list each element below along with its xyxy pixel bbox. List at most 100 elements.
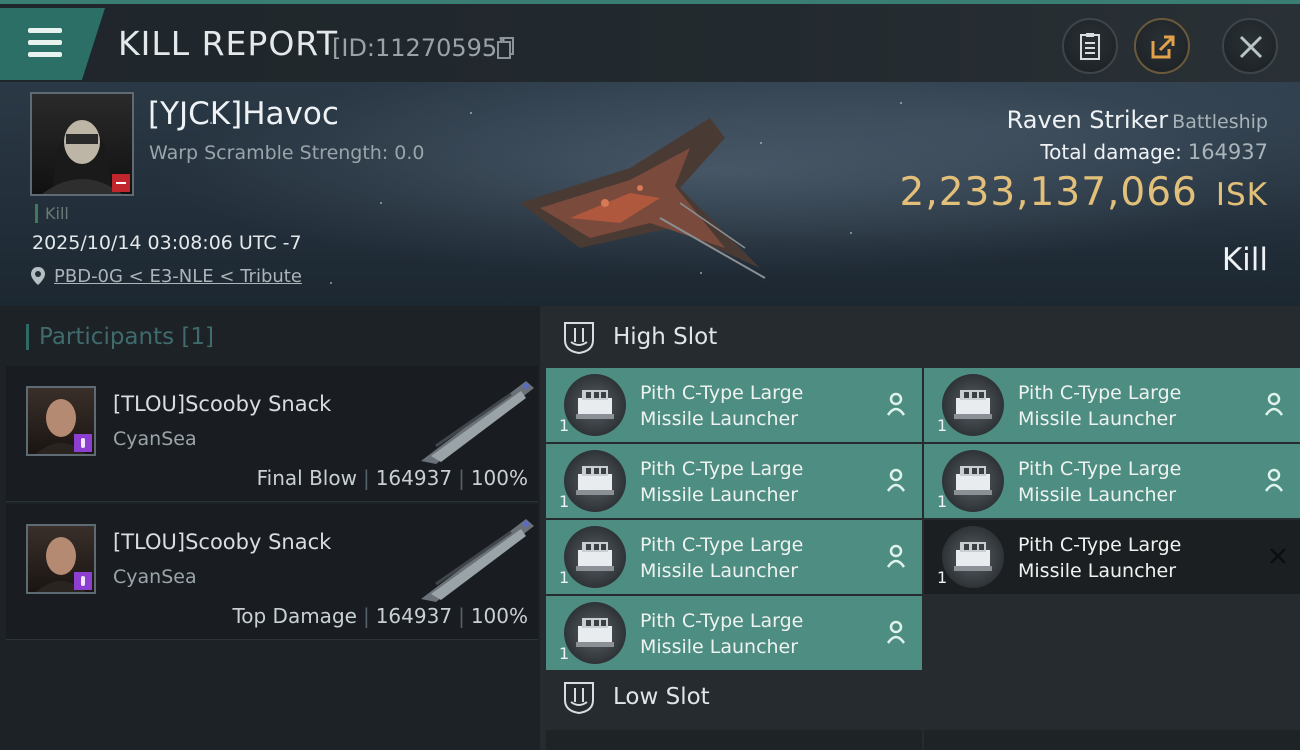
- high-slot-label: High Slot: [613, 324, 718, 350]
- pilot-icon[interactable]: [886, 544, 906, 568]
- pilot-icon[interactable]: [886, 392, 906, 416]
- victim-portrait[interactable]: [30, 92, 134, 196]
- module-name-line2: Missile Launcher: [1018, 408, 1177, 430]
- module-name-line1: Pith C-Type Large: [1018, 382, 1182, 404]
- low-slot-module[interactable]: [546, 730, 922, 750]
- participants-header: Participants [1]: [26, 324, 214, 350]
- isk-value: 2,233,137,066 ISK: [900, 170, 1268, 215]
- clipboard-button[interactable]: [1062, 18, 1118, 74]
- warp-scramble: Warp Scramble Strength: 0.0: [149, 142, 425, 164]
- kill-tag: Kill: [35, 204, 69, 223]
- module-name-line2: Missile Launcher: [1018, 560, 1177, 582]
- share-button[interactable]: [1134, 18, 1190, 74]
- victim-banner: [YJCK]Havoc Warp Scramble Strength: 0.0 …: [0, 82, 1300, 306]
- pilot-icon[interactable]: [886, 468, 906, 492]
- ship-class: Battleship: [1172, 111, 1268, 133]
- module-name-line1: Pith C-Type Large: [640, 534, 804, 556]
- participant-stats: Top Damage | 164937 | 100%: [232, 604, 528, 628]
- page-title: KILL REPORT: [118, 24, 338, 63]
- module-name: Pith C-Type Large Missile Launcher: [640, 456, 870, 508]
- low-slot-label: Low Slot: [613, 684, 710, 710]
- module-name-line1: Pith C-Type Large: [1018, 534, 1182, 556]
- low-slot-module[interactable]: [924, 730, 1300, 750]
- avatar[interactable]: [26, 386, 96, 456]
- copy-icon[interactable]: [497, 37, 515, 59]
- module-count: 1: [559, 492, 570, 511]
- victim-ship-image[interactable]: [510, 108, 780, 288]
- participants-label: Participants: [39, 324, 175, 350]
- ship-name-text: Raven Striker: [1006, 106, 1169, 134]
- share-icon: [1151, 35, 1175, 59]
- fitting-panel: High Slot 1 Pith C-Type Large Missile Laun…: [540, 306, 1300, 750]
- corp-badge: [74, 572, 92, 590]
- participant-role: Top Damage: [232, 604, 357, 628]
- participant-ship-image[interactable]: [416, 376, 536, 466]
- module-tile[interactable]: 1 Pith C-Type Large Missile Launcher: [546, 520, 922, 594]
- module-tile[interactable]: 1 Pith C-Type Large Missile Launcher: [924, 444, 1300, 518]
- total-damage-label: Total damage:: [1040, 140, 1182, 164]
- location-link[interactable]: PBD-0G < E3-NLE < Tribute: [54, 266, 302, 287]
- menu-button[interactable]: [0, 8, 105, 80]
- module-name: Pith C-Type Large Missile Launcher: [1018, 456, 1248, 508]
- module-name: Pith C-Type Large Missile Launcher: [640, 532, 870, 584]
- module-name-line2: Missile Launcher: [640, 560, 799, 582]
- missile-launcher-icon: [942, 450, 1004, 512]
- participant-corp: CyanSea: [113, 428, 197, 450]
- participant-role: Final Blow: [256, 466, 357, 490]
- module-tile[interactable]: 1 Pith C-Type Large Missile Launcher: [546, 444, 922, 518]
- module-tile[interactable]: 1 Pith C-Type Large Missile Launcher: [546, 596, 922, 670]
- hostile-badge: [112, 174, 130, 192]
- high-slot-icon: [564, 322, 594, 354]
- module-name: Pith C-Type Large Missile Launcher: [640, 608, 870, 660]
- missile-launcher-icon: [942, 526, 1004, 588]
- participant-row[interactable]: [TLOU]Scooby Snack CyanSea Final Blow | 16…: [6, 366, 538, 502]
- module-count: 1: [937, 492, 948, 511]
- destroyed-x-icon: [1270, 548, 1286, 564]
- module-name-line1: Pith C-Type Large: [640, 382, 804, 404]
- total-damage: Total damage: 164937: [1040, 140, 1268, 164]
- participant-name[interactable]: [TLOU]Scooby Snack: [113, 392, 331, 416]
- module-name: Pith C-Type Large Missile Launcher: [1018, 380, 1248, 432]
- participant-stats: Final Blow | 164937 | 100%: [256, 466, 528, 490]
- pilot-icon[interactable]: [1264, 468, 1284, 492]
- participant-row[interactable]: [TLOU]Scooby Snack CyanSea Top Damage | 16…: [6, 504, 538, 640]
- module-count: 1: [937, 416, 948, 435]
- module-count: 1: [937, 568, 948, 587]
- participant-damage: 164937: [375, 604, 453, 628]
- module-tile[interactable]: 1 Pith C-Type Large Missile Launcher: [546, 368, 922, 442]
- module-count: 1: [559, 644, 570, 663]
- isk-unit: ISK: [1215, 177, 1268, 213]
- close-button[interactable]: [1222, 18, 1278, 74]
- module-name-line2: Missile Launcher: [640, 408, 799, 430]
- module-tile[interactable]: 1 Pith C-Type Large Missile Launcher: [924, 368, 1300, 442]
- kill-status: Kill: [1221, 242, 1268, 278]
- missile-launcher-icon: [942, 374, 1004, 436]
- victim-name[interactable]: [YJCK]Havoc: [148, 96, 339, 132]
- module-name: Pith C-Type Large Missile Launcher: [1018, 532, 1248, 584]
- avatar[interactable]: [26, 524, 96, 594]
- report-id: [ID:11270595]: [332, 34, 507, 62]
- corp-badge: [74, 434, 92, 452]
- module-count: 1: [559, 568, 570, 587]
- module-name-line2: Missile Launcher: [640, 636, 799, 658]
- module-tile[interactable]: 1 Pith C-Type Large Missile Launcher: [924, 520, 1300, 594]
- participant-corp: CyanSea: [113, 566, 197, 588]
- participant-percent: 100%: [470, 466, 528, 490]
- module-name-line2: Missile Launcher: [1018, 484, 1177, 506]
- missile-launcher-icon: [564, 526, 626, 588]
- participants-count: [1]: [181, 324, 215, 350]
- missile-launcher-icon: [564, 374, 626, 436]
- isk-amount: 2,233,137,066: [899, 170, 1198, 215]
- module-name: Pith C-Type Large Missile Launcher: [640, 380, 870, 432]
- participants-panel: Participants [1] [TLOU]Scooby Snack Cyan…: [0, 306, 540, 750]
- participant-percent: 100%: [470, 604, 528, 628]
- missile-launcher-icon: [564, 602, 626, 664]
- clipboard-icon: [1080, 33, 1100, 60]
- top-bar: KILL REPORT [ID:11270595]: [0, 0, 1300, 82]
- module-name-line1: Pith C-Type Large: [1018, 458, 1182, 480]
- pilot-icon[interactable]: [886, 620, 906, 644]
- pilot-icon[interactable]: [1264, 392, 1284, 416]
- participant-ship-image[interactable]: [416, 514, 536, 604]
- module-name-line2: Missile Launcher: [640, 484, 799, 506]
- participant-name[interactable]: [TLOU]Scooby Snack: [113, 530, 331, 554]
